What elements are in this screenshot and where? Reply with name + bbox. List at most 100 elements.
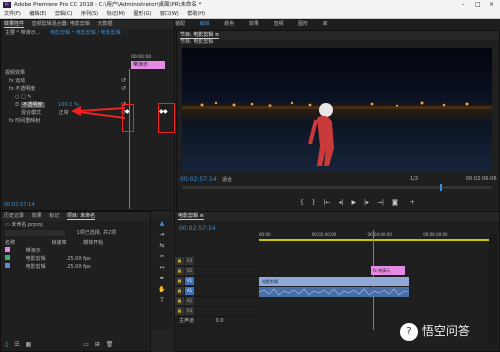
tab-metadata[interactable]: 元数据 [97,21,112,27]
workspace-effects[interactable]: 效果 [249,21,259,27]
menu-graphics[interactable]: 图形(G) [134,11,152,17]
tab-effects[interactable]: 效果 [32,213,42,219]
audio-waveform [258,288,410,296]
blend-mode-value[interactable]: 正常 [59,110,69,116]
quality-dropdown[interactable]: 1/2 [410,176,418,182]
clip-label[interactable]: 电影剪辑 * 电影剪辑 / 电影剪辑 [50,30,121,36]
motion-row[interactable]: fx 运动 [1,77,131,85]
go-to-in-icon[interactable]: |← [324,199,331,206]
menu-window[interactable]: 窗口(W) [160,11,179,17]
hand-tool-icon[interactable]: ✋ [152,284,172,295]
mark-out-icon[interactable]: } [312,199,316,206]
menu-clip[interactable]: 剪辑(C) [55,11,72,17]
reset-icon[interactable]: ↺ [121,85,126,92]
menu-help[interactable]: 帮助(H) [187,11,205,17]
program-scrub-bar[interactable] [182,184,492,191]
watermark-logo-icon: ? [400,322,418,341]
plus-icon[interactable]: + [410,199,415,206]
effect-controls-tabs: 效果控件 音频剪辑混合器: 电影剪辑 元数据 [1,20,174,29]
icon-view-icon[interactable]: ▦ [26,341,32,348]
workspace-assembly[interactable]: 装配 [175,21,185,27]
lock-icon[interactable]: 🔒 [175,257,184,265]
lock-icon[interactable]: 🔒 [175,307,184,315]
menu-sequence[interactable]: 序列(S) [81,11,98,17]
video-clip[interactable]: 电影剪辑 [259,277,409,286]
column-media-start[interactable]: 媒体开始 [83,240,103,246]
razor-tool-icon[interactable]: ✂ [152,251,172,262]
fit-dropdown[interactable]: 适合 [222,176,232,183]
opacity-effect-row[interactable]: fx 不透明度 [1,85,131,93]
audio-clip[interactable] [258,287,410,297]
list-item[interactable]: 电影剪辑 25.00 fps [1,255,150,263]
slip-tool-icon[interactable]: ↔ [152,262,172,273]
work-area-bar[interactable] [259,239,489,241]
list-item[interactable]: 带演示 [1,247,150,255]
minimize-button[interactable]: - [462,0,464,10]
playhead-line[interactable] [129,69,130,209]
menu-marker[interactable]: 标记(M) [107,11,125,17]
lock-icon[interactable]: 🔒 [175,267,184,275]
track-label[interactable]: A2 [185,297,194,305]
play-icon[interactable]: ▶ [351,199,356,206]
time-ruler[interactable]: 00:00 00:02:00:00 00:04:00:00 00:06:00:0… [259,232,499,237]
workspace-libraries[interactable]: 库 [323,21,328,27]
timeline-tabs: 电影剪辑 ≡ [175,212,499,221]
stopwatch-icon[interactable]: ⏱ [15,102,19,108]
lock-icon[interactable]: 🔒 [175,277,184,285]
ripple-edit-tool-icon[interactable]: ⇆ [152,240,172,251]
timeline-timecode[interactable]: 00:02:57:14 [179,225,216,232]
new-item-icon[interactable]: ⊞ [95,341,100,348]
program-playhead[interactable] [440,184,442,191]
search-input[interactable] [5,229,65,236]
column-name[interactable]: 名称 [5,239,50,247]
blend-mode-label: 混合模式 [21,110,42,116]
tab-history[interactable]: 历史记录 [4,213,24,219]
track-label[interactable]: V1 [185,277,194,285]
workspace-graphics[interactable]: 图形 [298,21,308,27]
track-select-tool-icon[interactable]: ⇥ [152,229,172,240]
workspace-editing[interactable]: 编辑 [200,21,210,27]
camera-icon[interactable]: ◙ [392,199,398,206]
mask-tools-row[interactable]: ○ □ ✎ [1,93,131,101]
workspace-audio[interactable]: 音频 [273,21,283,27]
tab-sequence[interactable]: 电影剪辑 ≡ [178,213,204,220]
delete-icon[interactable]: 🗑 [106,341,114,348]
lock-icon[interactable]: 🔒 [175,297,184,305]
ruler-tick: 00:04:00:00 [367,232,392,237]
new-bin-icon[interactable]: ▭ [83,341,89,348]
selection-tool-icon[interactable]: ▲ [152,218,172,229]
clip-chip[interactable]: 带演示 [131,61,165,69]
tools-panel: ▲ ⇥ ⇆ ✂ ↔ ✒ ✋ T [152,218,172,330]
step-forward-icon[interactable]: |▸ [364,199,369,206]
lock-icon[interactable]: ▯ [5,341,8,348]
track-label[interactable]: V2 [185,267,194,275]
close-button[interactable]: × [489,0,494,10]
step-back-icon[interactable]: ◂| [338,199,343,206]
label-color-swatch [5,247,10,252]
workspace-color[interactable]: 颜色 [224,21,234,27]
program-timecode[interactable]: 00:02:57:14 [180,176,217,183]
maximize-button[interactable]: □ [475,0,481,10]
master-value[interactable]: 0.0 [216,318,224,324]
track-v3: 🔒 V3 [175,257,259,267]
tab-markers[interactable]: 标记 [49,213,59,219]
mark-in-icon[interactable]: { [300,199,304,206]
tab-audio-mixer[interactable]: 音频剪辑混合器: 电影剪辑 [32,21,90,27]
menu-file[interactable]: 文件(F) [4,11,21,17]
menu-edit[interactable]: 编辑(E) [29,11,46,17]
reset-icon[interactable]: ↺ [121,77,126,84]
lock-icon[interactable]: 🔒 [175,287,184,295]
project-column-headers: 名称 帧速率 媒体开始 [1,239,150,247]
track-label[interactable]: V3 [185,257,194,265]
pen-tool-icon[interactable]: ✒ [152,273,172,284]
tab-effect-controls[interactable]: 效果控件 [4,21,25,28]
column-fps[interactable]: 帧速率 [52,239,82,247]
track-label[interactable]: A1 [185,287,194,295]
tab-project[interactable]: 项目: 未命名 [66,213,96,220]
list-view-icon[interactable]: ☰ [14,341,19,348]
list-item[interactable]: 电影剪辑 25.00 fps [1,263,150,271]
track-label[interactable]: A3 [185,307,194,315]
go-to-out-icon[interactable]: →| [377,199,384,206]
type-tool-icon[interactable]: T [152,295,172,306]
graphic-clip[interactable]: fx 带演示 [371,266,405,275]
